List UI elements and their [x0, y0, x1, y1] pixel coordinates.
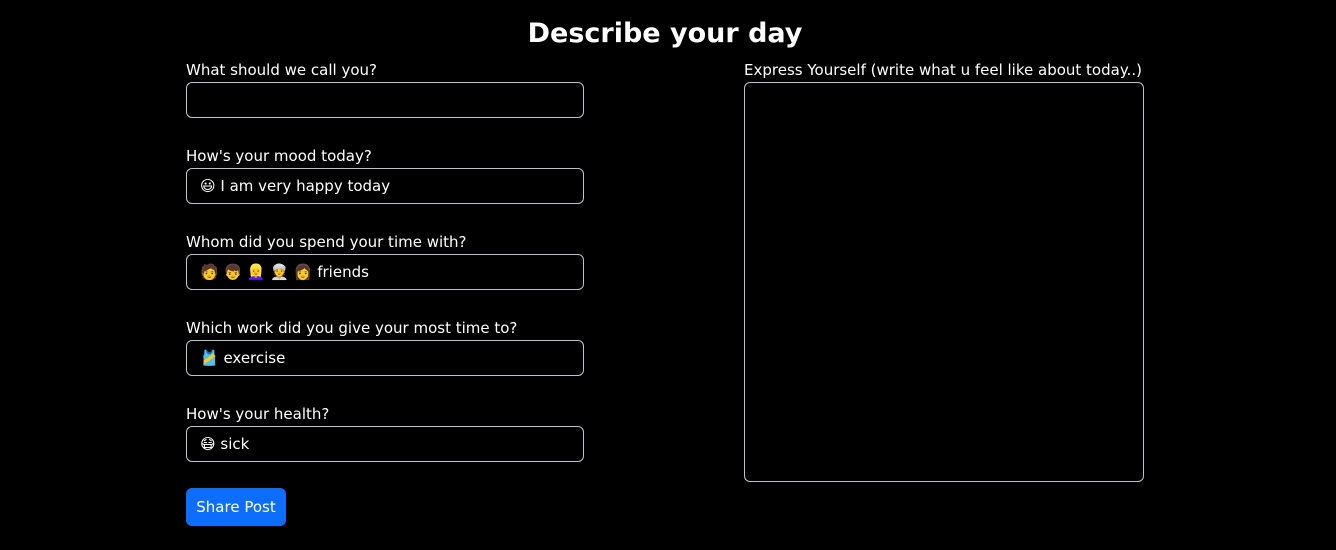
name-input[interactable]	[186, 82, 584, 118]
describe-day-page: Describe your day What should we call yo…	[0, 0, 1336, 550]
mood-input[interactable]: 😃 I am very happy today	[186, 168, 584, 204]
work-label: Which work did you give your most time t…	[186, 319, 518, 337]
work-input[interactable]: 🎽 exercise	[186, 340, 584, 376]
mood-label: How's your mood today?	[186, 147, 372, 165]
company-label: Whom did you spend your time with?	[186, 233, 467, 251]
health-input[interactable]: 😷 sick	[186, 426, 584, 462]
express-textarea[interactable]	[744, 82, 1144, 482]
share-post-button[interactable]: Share Post	[186, 488, 286, 526]
company-input[interactable]: 🧑 👦 👱‍♀️ 👳 👩 friends	[186, 254, 584, 290]
health-label: How's your health?	[186, 405, 330, 423]
name-label: What should we call you?	[186, 61, 377, 79]
page-title: Describe your day	[527, 18, 803, 49]
express-label: Express Yourself (write what u feel like…	[744, 61, 1142, 79]
